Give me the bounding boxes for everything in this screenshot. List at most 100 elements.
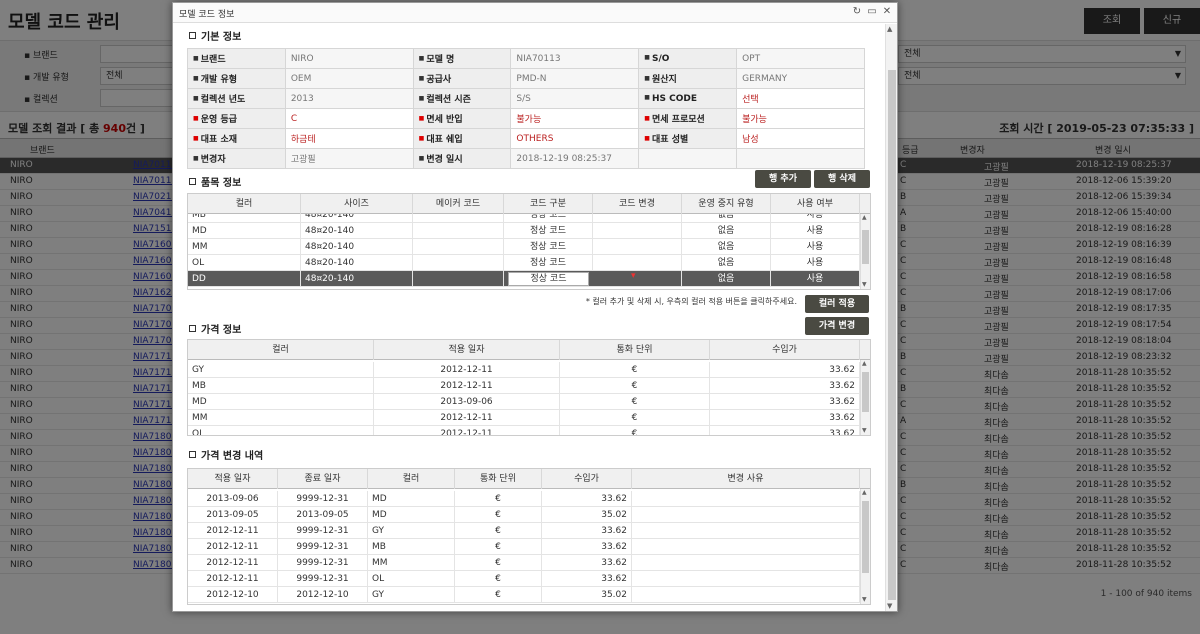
grid-cell: 사용 <box>771 239 860 255</box>
info-select[interactable]: OTHERS <box>510 128 640 149</box>
code-type-select[interactable]: 정상 코드 <box>508 272 589 286</box>
column-header[interactable]: 적용 일자 <box>374 340 560 360</box>
column-header[interactable]: 적용 일자 <box>188 469 278 489</box>
grid-cell: MM <box>188 239 301 255</box>
grid-cell: 33.62 <box>542 491 632 507</box>
info-label: 대표 소재 <box>187 128 286 149</box>
grid-cell: € <box>560 378 710 394</box>
scroll-down-icon[interactable]: ▼ <box>862 596 867 603</box>
column-header[interactable]: 컬러 <box>188 194 301 214</box>
add-row-button[interactable]: 행 추가 <box>755 170 811 188</box>
scroll-down-icon[interactable]: ▼ <box>862 281 867 288</box>
grid-cell <box>593 255 682 271</box>
info-value: OPT <box>736 48 865 69</box>
column-header[interactable]: 통화 단위 <box>455 469 542 489</box>
info-value-text: GERMANY <box>742 73 788 84</box>
change-price-button[interactable]: 가격 변경 <box>805 317 869 335</box>
grid-cell: 2012-12-10 <box>188 587 278 603</box>
grid-scrollbar[interactable]: ▲ ▼ <box>860 360 870 435</box>
column-header[interactable]: 메이커 코드 <box>413 194 504 214</box>
column-header[interactable]: 사이즈 <box>301 194 413 214</box>
info-value: 2013 <box>284 88 414 109</box>
grid-cell <box>632 539 860 555</box>
maximize-icon[interactable]: ▭ <box>866 6 878 17</box>
delete-row-button[interactable]: 행 삭제 <box>814 170 870 188</box>
info-select[interactable]: C <box>284 108 414 129</box>
grid-cell: GY <box>368 587 455 603</box>
scroll-thumb[interactable] <box>862 501 869 573</box>
refresh-icon[interactable]: ↻ <box>851 6 863 17</box>
table-row[interactable]: OL 48¤20-140 정상 코드 없음 사용 <box>188 255 860 271</box>
scroll-up-icon[interactable]: ▲ <box>862 489 867 496</box>
grid-cell: 정상 코드 <box>504 255 593 271</box>
column-header[interactable]: 수입가 <box>542 469 632 489</box>
table-row[interactable]: 2012-12-11 9999-12-31 OL €33.62 <box>188 571 860 587</box>
scroll-up-icon[interactable]: ▲ <box>862 214 867 221</box>
grid-cell: 9999-12-31 <box>278 523 368 539</box>
grid-cell: 2012-12-11 <box>188 555 278 571</box>
dialog-scrollbar[interactable]: ▲ ▼ <box>885 24 897 611</box>
grid-cell: € <box>455 555 542 571</box>
column-header[interactable]: 사용 여부 <box>771 194 860 214</box>
grid-cell: 33.62 <box>542 539 632 555</box>
grid-cell: 사용 <box>771 271 860 287</box>
table-row[interactable]: GY 2012-12-11 €33.62 <box>188 362 860 378</box>
column-header[interactable]: 변경 사유 <box>632 469 860 489</box>
info-label: 변경자 <box>187 148 286 169</box>
column-header[interactable]: 운영 중지 유형 <box>682 194 771 214</box>
scroll-up-icon[interactable]: ▲ <box>887 25 892 33</box>
scroll-thumb[interactable] <box>862 230 869 264</box>
grid-cell: 2013-09-06 <box>188 491 278 507</box>
grid-cell: € <box>560 394 710 410</box>
info-select[interactable]: 불가능 <box>736 108 865 129</box>
info-select[interactable]: 하금테 <box>284 128 414 149</box>
column-header[interactable]: 코드 구분 <box>504 194 593 214</box>
grid-cell: 2013-09-05 <box>278 507 368 523</box>
table-row[interactable]: MD 2013-09-06 €33.62 <box>188 394 860 410</box>
grid-header: 적용 일자 종료 일자 컬러 통화 단위 수입가 변경 사유 <box>188 469 870 489</box>
scroll-down-icon[interactable]: ▼ <box>887 602 892 610</box>
column-header[interactable]: 종료 일자 <box>278 469 368 489</box>
grid-scrollbar[interactable]: ▲ ▼ <box>860 214 870 289</box>
close-icon[interactable]: ✕ <box>881 6 893 17</box>
table-row[interactable]: MM 48¤20-140 정상 코드 없음 사용 <box>188 239 860 255</box>
scroll-up-icon[interactable]: ▲ <box>862 360 867 367</box>
info-select[interactable]: 남성 <box>736 128 865 149</box>
grid-cell <box>413 271 504 287</box>
info-label: 대표 쉐입 <box>412 128 512 149</box>
column-header[interactable]: 수입가 <box>710 340 860 360</box>
info-select[interactable]: 선택 <box>736 88 865 109</box>
scroll-thumb[interactable] <box>862 372 869 412</box>
info-select[interactable]: 불가능 <box>510 108 640 129</box>
scroll-down-icon[interactable]: ▼ <box>862 427 867 434</box>
info-value-text: 남성 <box>742 135 759 145</box>
apply-color-button[interactable]: 컬러 적용 <box>805 295 869 313</box>
column-header[interactable]: 통화 단위 <box>560 340 710 360</box>
price-grid: 컬러 적용 일자 통화 단위 수입가 GY 2012-12-11 €33.62 MB 2012-… <box>187 339 871 436</box>
grid-cell: € <box>455 507 542 523</box>
table-row[interactable]: 2012-12-10 2012-12-10 GY €35.02 <box>188 587 860 603</box>
table-row[interactable]: MD 48¤20-140 정상 코드 없음 사용 <box>188 223 860 239</box>
grid-cell <box>593 223 682 239</box>
table-row[interactable]: 2013-09-06 9999-12-31 MD €33.62 <box>188 491 860 507</box>
table-row[interactable]: MB 2012-12-11 €33.62 <box>188 378 860 394</box>
table-row[interactable]: 2012-12-11 9999-12-31 GY €33.62 <box>188 523 860 539</box>
table-row[interactable]: 2012-12-11 9999-12-31 MB €33.62 <box>188 539 860 555</box>
grid-cell: 사용 <box>771 223 860 239</box>
column-header[interactable]: 컬러 <box>368 469 455 489</box>
scroll-thumb[interactable] <box>888 70 896 600</box>
table-row[interactable]: OL 2012-12-11 €33.62 <box>188 426 860 435</box>
column-header[interactable]: 코드 변경 <box>593 194 682 214</box>
grid-cell: GY <box>188 362 374 378</box>
grid-cell: 2012-12-11 <box>188 523 278 539</box>
table-row[interactable]: 2013-09-05 2013-09-05 MD €35.02 <box>188 507 860 523</box>
dialog-title: 모델 코드 정보 <box>179 10 235 20</box>
table-row[interactable]: 2012-12-11 9999-12-31 MM €33.62 <box>188 555 860 571</box>
model-code-info-dialog: 모델 코드 정보 ↻ ▭ ✕ 기본 정보 브랜드 NIRO 모델 명 NIA70113… <box>172 2 898 612</box>
grid-scrollbar[interactable]: ▲ ▼ <box>860 489 870 604</box>
info-label <box>638 148 738 169</box>
table-row[interactable]: DD 48¤20-140 정상 코드 없음 사용 <box>188 271 860 287</box>
grid-cell: 없음 <box>682 239 771 255</box>
column-header[interactable]: 컬러 <box>188 340 374 360</box>
table-row[interactable]: MM 2012-12-11 €33.62 <box>188 410 860 426</box>
